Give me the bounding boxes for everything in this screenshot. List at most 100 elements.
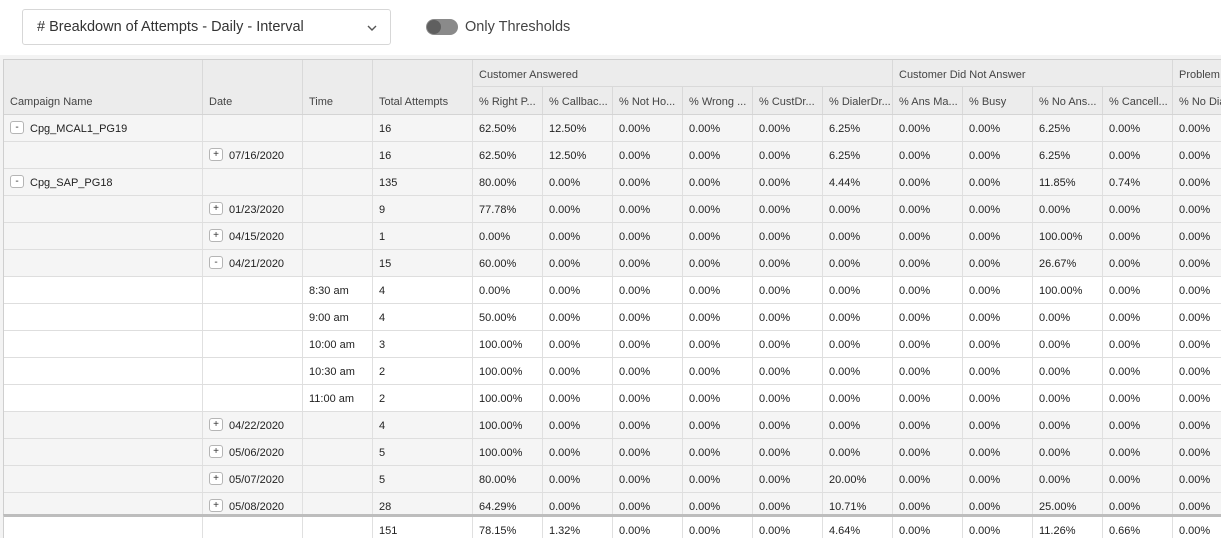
percent-cell: 100.00%	[1033, 223, 1103, 249]
percent-cell-text: 0.00%	[1039, 474, 1071, 486]
column-header[interactable]: % CustDr...	[753, 87, 823, 114]
percent-cell: 0.00%	[893, 115, 963, 141]
footer-percent-cell: 4.64%	[823, 517, 893, 538]
percent-cell-text: 0.00%	[969, 312, 1001, 324]
percent-cell: 0.00%	[543, 250, 613, 276]
percent-cell-text: 0.00%	[969, 258, 1001, 270]
percent-cell-text: 0.00%	[1179, 123, 1211, 135]
percent-cell: 26.67%	[1033, 250, 1103, 276]
percent-cell-text: 0.00%	[619, 501, 651, 513]
percent-cell: 0.00%	[613, 223, 683, 249]
date-cell: +05/06/2020	[203, 439, 303, 465]
percent-cell: 0.00%	[1103, 196, 1173, 222]
percent-cell: 0.00%	[613, 196, 683, 222]
percent-cell: 0.00%	[823, 250, 893, 276]
percent-cell: 62.50%	[473, 142, 543, 168]
percent-cell-text: 0.00%	[1179, 366, 1211, 378]
percent-cell-text: 0.00%	[549, 312, 581, 324]
total-attempts-cell: 135	[373, 169, 473, 195]
percent-cell: 0.00%	[613, 115, 683, 141]
collapse-row-button[interactable]: -	[10, 121, 24, 135]
column-header[interactable]: Total Attempts	[373, 60, 473, 114]
percent-cell-text: 0.00%	[1109, 393, 1141, 405]
column-header[interactable]: % DialerDr...	[823, 87, 893, 114]
percent-cell-text: 0.00%	[899, 285, 931, 297]
only-thresholds-toggle[interactable]: Only Thresholds	[426, 17, 570, 37]
time-cell	[303, 466, 373, 492]
toggle-switch[interactable]	[426, 19, 458, 35]
percent-cell-text: 0.00%	[1039, 393, 1071, 405]
percent-cell-text: 80.00%	[479, 474, 517, 486]
percent-cell: 0.00%	[613, 466, 683, 492]
percent-cell: 0.00%	[963, 196, 1033, 222]
percent-cell: 0.00%	[1173, 142, 1221, 168]
percent-cell: 0.00%	[753, 277, 823, 303]
percent-cell: 0.00%	[683, 277, 753, 303]
percent-cell-text: 0.00%	[1109, 474, 1141, 486]
percent-cell-text: 0.00%	[899, 447, 931, 459]
expand-row-button[interactable]: +	[209, 148, 223, 162]
collapse-row-button[interactable]: -	[209, 256, 223, 270]
total-attempts-cell: 16	[373, 115, 473, 141]
percent-cell: 0.00%	[753, 196, 823, 222]
column-header[interactable]: Campaign Name	[4, 60, 203, 114]
date-cell-text: 04/15/2020	[229, 231, 285, 243]
percent-cell-text: 0.00%	[899, 123, 931, 135]
percent-cell: 50.00%	[473, 304, 543, 330]
percent-cell-text: 0.00%	[759, 177, 791, 189]
percent-cell: 0.00%	[543, 412, 613, 438]
column-header[interactable]: % Busy	[963, 87, 1033, 114]
column-header[interactable]: % Not Ho...	[613, 87, 683, 114]
column-header[interactable]: Date	[203, 60, 303, 114]
toolbar: # Breakdown of Attempts - Daily - Interv…	[0, 0, 1221, 55]
percent-cell: 0.00%	[893, 169, 963, 195]
column-header[interactable]: % Ans Ma...	[893, 87, 963, 114]
date-cell: +07/16/2020	[203, 142, 303, 168]
percent-cell: 0.00%	[963, 277, 1033, 303]
footer-percent-cell: 11.26%	[1033, 517, 1103, 538]
percent-cell: 0.00%	[543, 223, 613, 249]
percent-cell: 0.00%	[963, 250, 1033, 276]
percent-cell-text: 0.00%	[549, 393, 581, 405]
total-attempts-cell-text: 2	[379, 366, 386, 378]
time-cell	[303, 196, 373, 222]
percent-cell-text: 0.00%	[829, 204, 861, 216]
percent-cell: 0.00%	[823, 304, 893, 330]
time-cell: 11:00 am	[303, 385, 373, 411]
column-header[interactable]: Time	[303, 60, 373, 114]
percent-cell-text: 0.00%	[1109, 312, 1141, 324]
footer-empty-cell	[203, 517, 303, 538]
percent-cell-text: 0.00%	[1109, 285, 1141, 297]
percent-cell-text: 0.00%	[549, 501, 581, 513]
percent-cell-text: 0.00%	[1179, 447, 1211, 459]
percent-cell-text: 62.50%	[479, 150, 517, 162]
column-header[interactable]: % Cancell...	[1103, 87, 1173, 114]
percent-cell: 0.00%	[1173, 196, 1221, 222]
expand-row-button[interactable]: +	[209, 499, 223, 513]
percent-cell: 0.00%	[1173, 385, 1221, 411]
percent-cell-text: 0.00%	[619, 339, 651, 351]
expand-row-button[interactable]: +	[209, 229, 223, 243]
report-select[interactable]: # Breakdown of Attempts - Daily - Interv…	[22, 9, 391, 45]
percent-cell-text: 12.50%	[549, 123, 587, 135]
column-header[interactable]: % Right P...	[473, 87, 543, 114]
percent-cell-text: 0.00%	[1179, 258, 1211, 270]
percent-cell-text: 0.00%	[549, 177, 581, 189]
expand-row-button[interactable]: +	[209, 445, 223, 459]
percent-cell-text: 6.25%	[829, 150, 861, 162]
expand-row-button[interactable]: +	[209, 418, 223, 432]
percent-cell-text: 0.00%	[829, 231, 861, 243]
percent-cell: 0.00%	[1033, 358, 1103, 384]
percent-cell-text: 100.00%	[479, 339, 523, 351]
column-header[interactable]: % Wrong ...	[683, 87, 753, 114]
expand-row-button[interactable]: +	[209, 202, 223, 216]
column-header[interactable]: % No Dia	[1173, 87, 1221, 114]
column-header[interactable]: % No Ans...	[1033, 87, 1103, 114]
footer-percent-cell: 0.00%	[963, 517, 1033, 538]
expand-row-button[interactable]: +	[209, 472, 223, 486]
collapse-row-button[interactable]: -	[10, 175, 24, 189]
percent-cell-text: 0.00%	[899, 474, 931, 486]
column-header[interactable]: % Callbac...	[543, 87, 613, 114]
percent-cell: 0.00%	[893, 250, 963, 276]
percent-cell: 0.00%	[823, 277, 893, 303]
